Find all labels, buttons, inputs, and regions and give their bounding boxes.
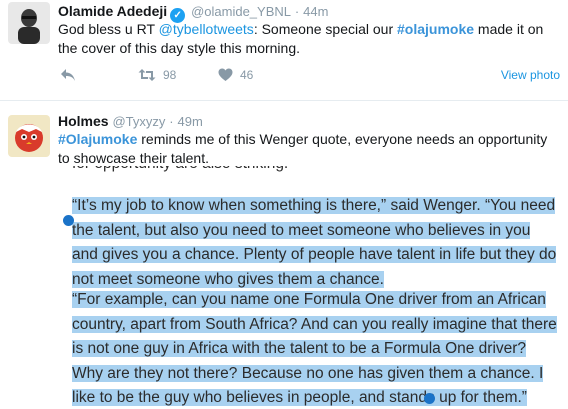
article-paragraph: “For example, can you name one Formula O… [72, 288, 558, 409]
separator-dot: · [169, 114, 174, 129]
avatar[interactable] [8, 115, 50, 157]
hashtag-link[interactable]: #Olajumoke [58, 131, 137, 147]
like-button[interactable]: 46 [218, 68, 253, 82]
selection-end-handle[interactable] [424, 393, 435, 404]
highlighted-text: “For example, can you name one Formula O… [72, 291, 557, 406]
tweet-olamide[interactable]: Olamide Adedeji ✓ @olamide_YBNL · 44m God… [0, 0, 568, 100]
hashtag-link[interactable]: #olajumoke [397, 21, 474, 37]
tweet-text-part: God bless u RT [58, 21, 159, 37]
separator-dot: · [294, 4, 300, 19]
heart-icon [218, 68, 233, 81]
tweet-header: Holmes @Tyxyzy · 49m [58, 113, 203, 130]
highlighted-text: “It’s my job to know when something is t… [72, 197, 557, 288]
timestamp[interactable]: 49m [178, 114, 203, 129]
retweet-icon [138, 69, 156, 81]
like-count: 46 [240, 68, 254, 82]
view-photo-link[interactable]: View photo [501, 68, 560, 82]
user-handle[interactable]: @olamide_YBNL [191, 4, 291, 19]
tweet-text: #Olajumoke reminds me of this Wenger quo… [58, 130, 558, 168]
timestamp[interactable]: 44m [303, 4, 328, 19]
article-cut-line: for opportunity are also striking. [72, 166, 288, 177]
article-paragraph: “It’s my job to know when something is t… [72, 194, 558, 292]
tweet-actions: 98 46 View photo [58, 68, 560, 88]
reply-icon [61, 69, 75, 81]
attached-article-image[interactable]: for opportunity are also striking. “It’s… [0, 166, 568, 409]
user-handle[interactable]: @Tyxyzy [112, 114, 165, 129]
selection-start-handle[interactable] [63, 215, 74, 226]
mention-link[interactable]: @tybellotweets [159, 21, 254, 37]
retweet-count: 98 [163, 68, 177, 82]
tweet-text: God bless u RT @tybellotweets: Someone s… [58, 20, 558, 58]
user-name[interactable]: Holmes [58, 113, 109, 129]
tweet-text-part: : Someone special our [253, 21, 398, 37]
reply-button[interactable] [60, 68, 76, 82]
user-name[interactable]: Olamide Adedeji [58, 3, 167, 19]
avatar[interactable] [8, 2, 50, 44]
retweet-button[interactable]: 98 [138, 68, 176, 82]
